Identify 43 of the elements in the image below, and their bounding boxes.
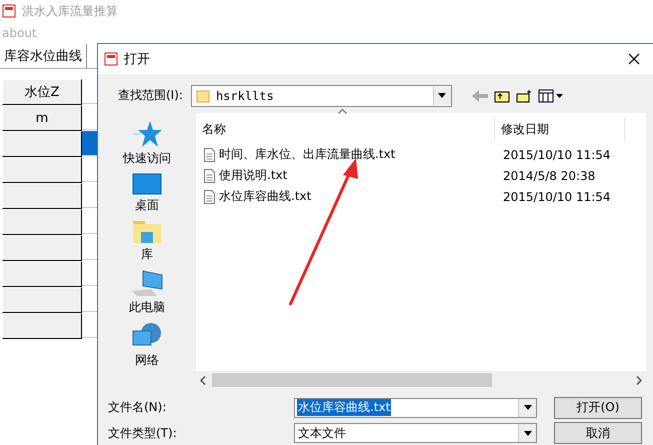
file-type-label: 文件类型(T): <box>108 424 178 442</box>
app-title: 洪水入库流量推算 <box>22 2 118 20</box>
file-name[interactable]: 使用说明.txt <box>219 167 288 184</box>
computer-icon <box>131 269 163 298</box>
file-name-label: 文件名(N): <box>108 399 168 416</box>
app-icon <box>104 52 118 66</box>
nav-place[interactable]: 此电脑 <box>125 268 169 318</box>
column-header[interactable]: 修改日期 <box>495 117 625 142</box>
nav-place[interactable]: 快速访问 <box>119 119 175 168</box>
modified-date: 2015/10/10 11:54 <box>502 190 611 204</box>
up-folder-icon[interactable] <box>494 88 510 103</box>
dropdown-arrow-icon <box>524 405 532 410</box>
view-menu-icon[interactable] <box>538 88 564 103</box>
look-in-label: 查找范围(I): <box>118 87 183 104</box>
desktop-icon <box>132 173 162 196</box>
open-button[interactable]: 打开(O) <box>554 396 642 419</box>
folder-icon <box>132 220 162 244</box>
dialog-title: 打开 <box>124 51 150 68</box>
new-folder-icon[interactable] <box>516 88 532 103</box>
modified-date: 2014/5/8 20:38 <box>502 168 596 183</box>
chevron-left-icon <box>200 376 206 385</box>
file-name-field[interactable]: 水位库容曲线.txt <box>294 398 537 418</box>
column-header: 水位Z <box>2 79 82 105</box>
file-name[interactable]: 水位库容曲线.txt <box>219 188 312 206</box>
close-icon <box>628 52 640 64</box>
dropdown-arrow-icon <box>524 430 532 436</box>
nav-place[interactable]: 网络 <box>128 321 166 370</box>
folder-icon <box>196 88 210 103</box>
dropdown-arrow-icon <box>438 93 446 98</box>
text-file-icon <box>204 168 215 183</box>
column-header[interactable]: 名称 <box>196 117 495 142</box>
chevron-right-icon <box>636 376 642 385</box>
unit-header: m <box>2 105 82 131</box>
look-in-dropdown[interactable]: hsrkllts <box>190 84 452 107</box>
nav-place[interactable]: 库 <box>128 219 166 264</box>
file-name[interactable]: 时间、库水位、出库流量曲线.txt <box>219 146 396 164</box>
cancel-button[interactable]: 取消 <box>554 422 642 444</box>
star-icon <box>132 120 162 148</box>
text-file-icon <box>204 190 215 204</box>
text-file-icon <box>204 148 215 162</box>
modified-date: 2015/10/10 11:54 <box>502 148 611 162</box>
file-type-dropdown[interactable]: 文本文件 <box>294 423 537 444</box>
nav-place[interactable]: 桌面 <box>128 172 166 216</box>
